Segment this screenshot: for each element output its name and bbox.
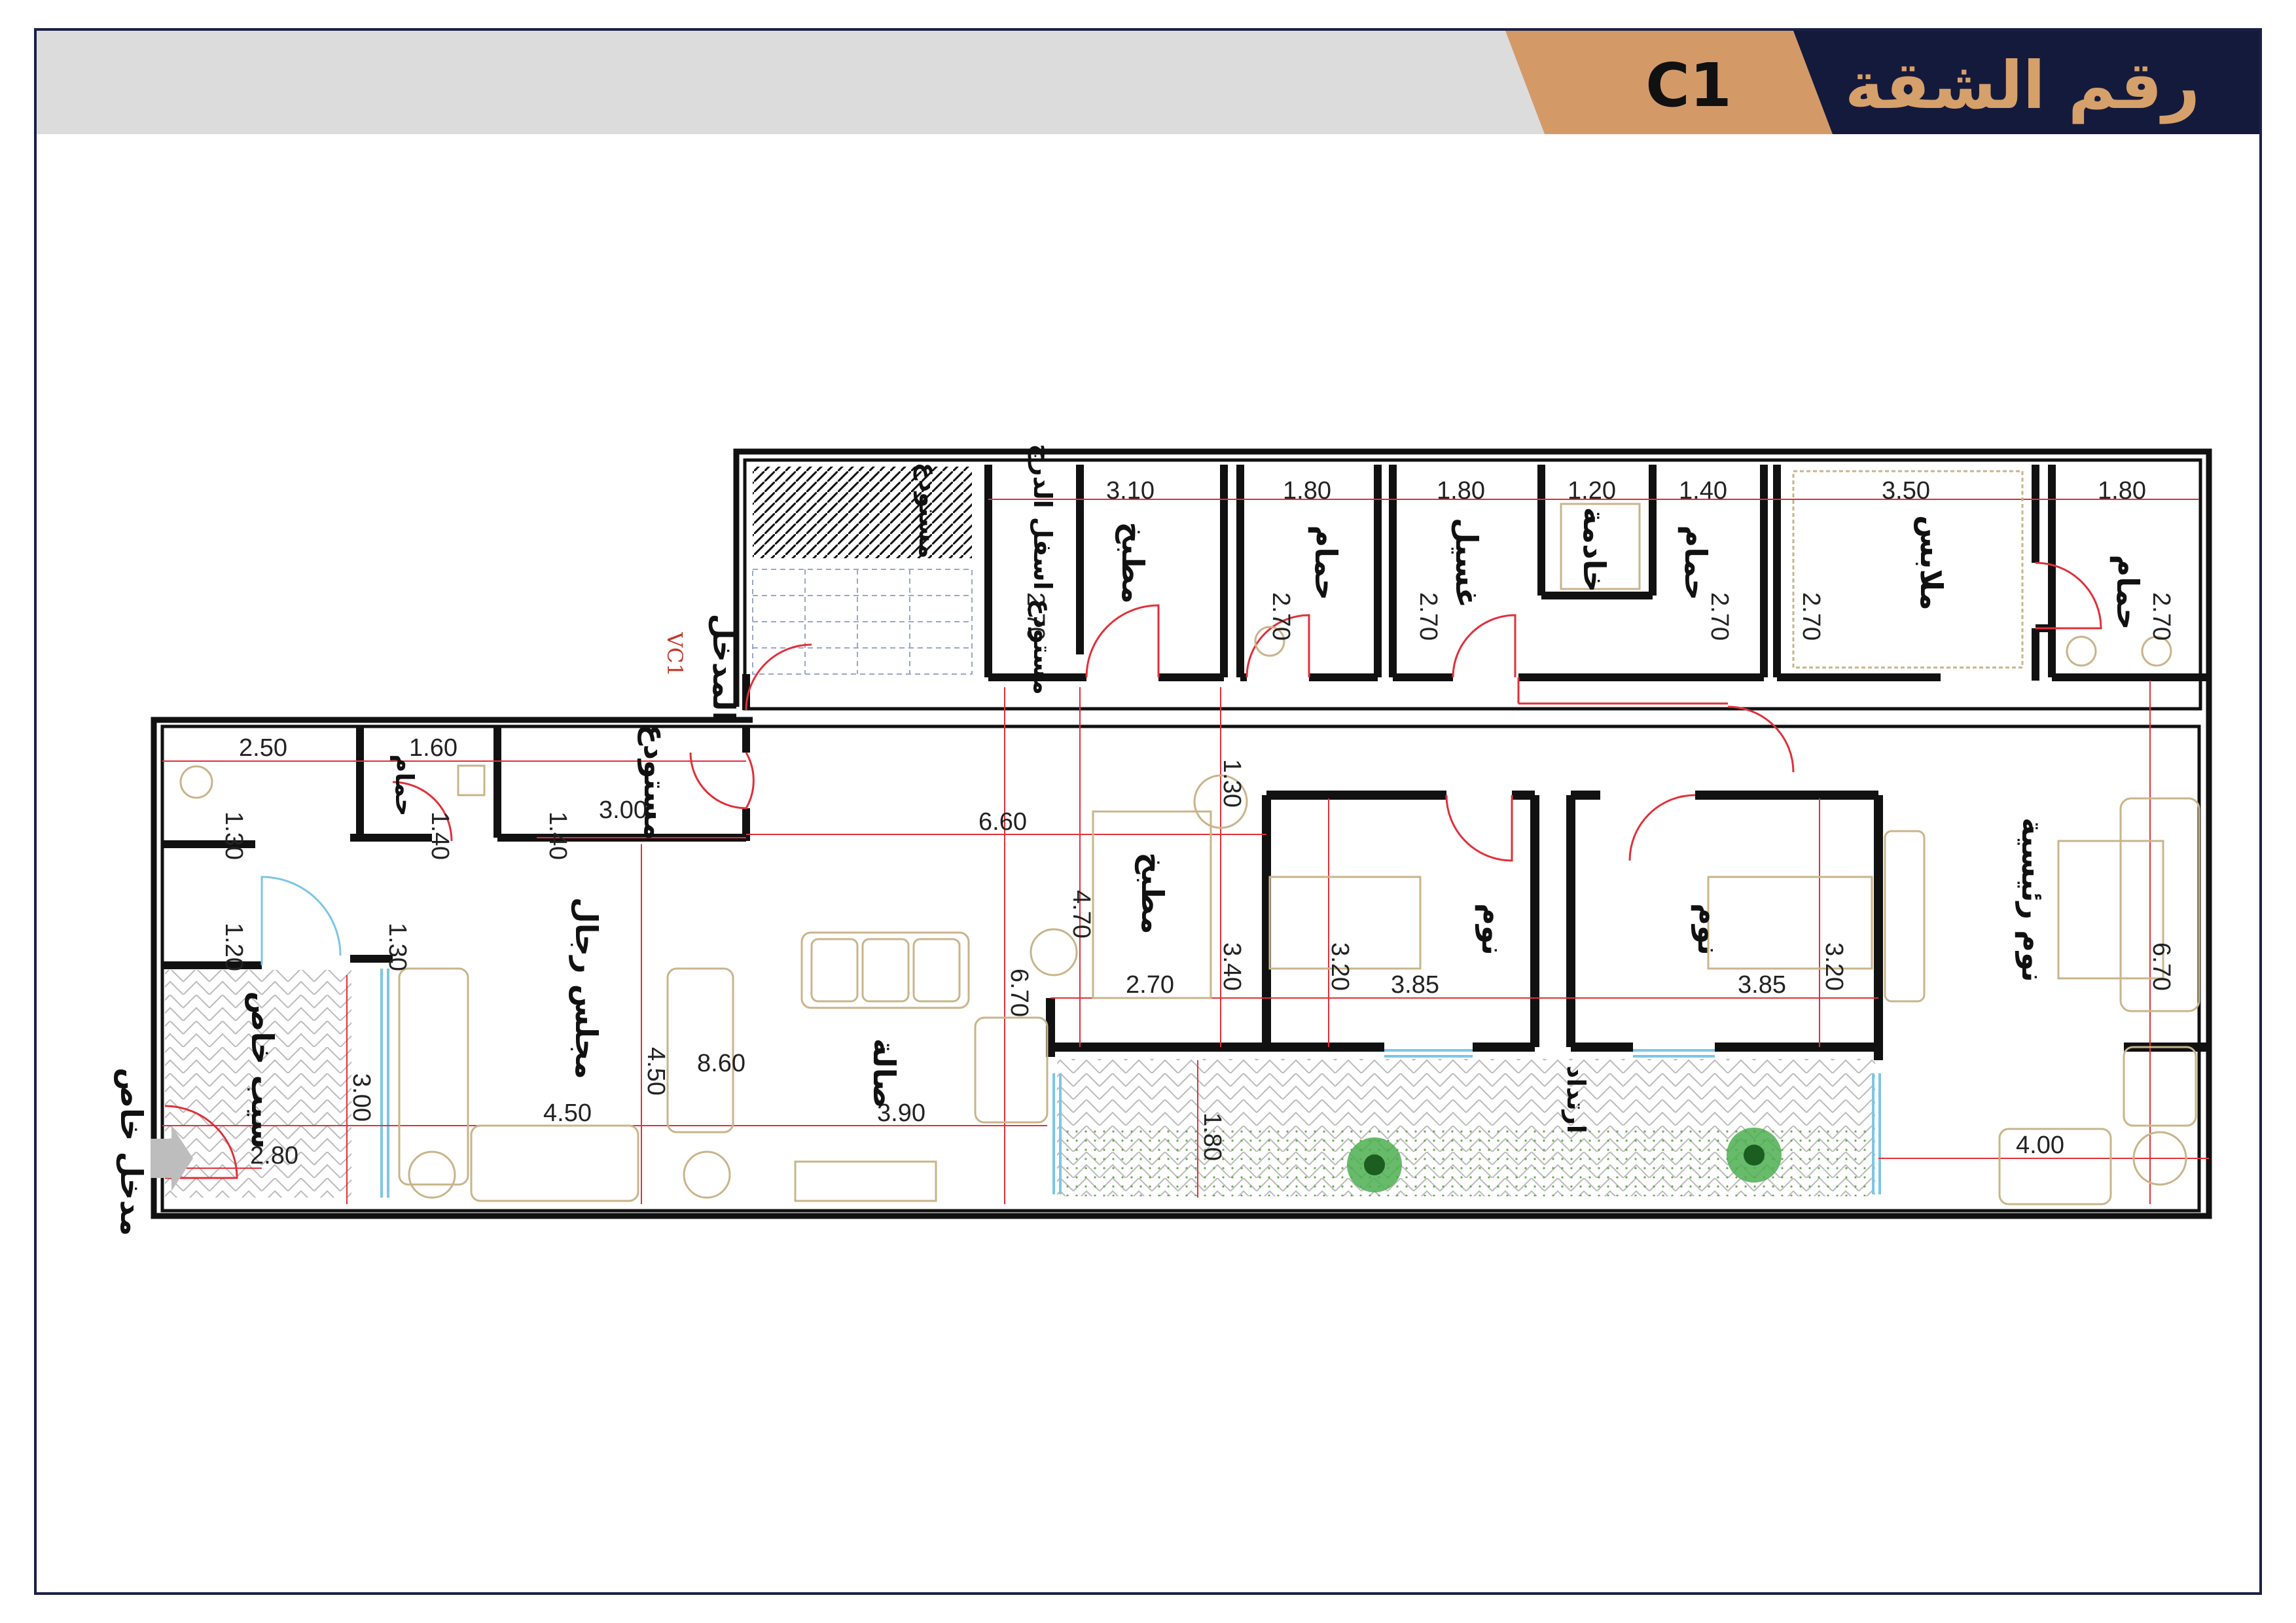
room-label-maid: خادمة xyxy=(1577,507,1612,592)
dim-label: 1.40 xyxy=(426,812,454,860)
room-label-storage: مستودع xyxy=(637,724,673,840)
dim-label: 1.20 xyxy=(220,923,247,971)
dim-label: 3.20 xyxy=(1820,942,1848,991)
room-label-private-entrance: مدخل خاص xyxy=(114,1067,149,1236)
room-label-kitchen-top: مطبخ xyxy=(1115,522,1151,603)
dim-label: 3.85 xyxy=(1391,971,1439,999)
dim-label: 1.80 xyxy=(1437,477,1485,505)
dim-label: 6.70 xyxy=(1005,969,1033,1017)
dim-label: 3.00 xyxy=(348,1073,375,1122)
dim-label: 4.00 xyxy=(2016,1132,2064,1159)
dim-label: 2.70 xyxy=(1126,971,1174,999)
room-label-store-top: مستودع xyxy=(914,463,942,559)
dim-label: 3.10 xyxy=(1106,477,1155,505)
room-label-bath-2: حمام xyxy=(1678,526,1713,601)
dim-label: 2.70 xyxy=(2147,592,2175,641)
dim-label: 4.50 xyxy=(642,1047,670,1096)
staircase xyxy=(752,569,973,675)
dim-label: 3.50 xyxy=(1882,477,1930,505)
room-label-hall: صالة xyxy=(867,1039,902,1109)
dim-label: 1.80 xyxy=(1198,1113,1226,1161)
dim-label: 4.70 xyxy=(1067,890,1095,938)
dim-label: 2.70 xyxy=(1414,592,1442,641)
room-label-bath-1: حمام xyxy=(1308,526,1344,601)
floor-plan: 3.10 1.80 1.80 1.20 1.40 3.50 1.80 2.70 … xyxy=(114,444,2212,1236)
room-label-private-hall: سيب خاص xyxy=(245,991,280,1149)
room-label-master-bedroom: نوم رئيسية xyxy=(2015,817,2051,982)
room-label-bath-guest: حمام xyxy=(389,755,419,817)
room-label-laundry: غسيل xyxy=(1449,518,1484,608)
room-label-kitchen-mid: مطبخ xyxy=(1135,852,1170,934)
door-swings-blue xyxy=(260,876,342,965)
dim-label: 1.80 xyxy=(1283,477,1331,505)
dim-label: 3.85 xyxy=(1738,971,1786,999)
room-label-under-stair-storage: مستودع اسفل الدرج xyxy=(1028,444,1057,695)
dim-label: 3.40 xyxy=(1218,942,1246,991)
dim-label: 1.30 xyxy=(1218,759,1246,808)
dim-label: 6.60 xyxy=(978,808,1027,836)
room-label-bath-3: حمام xyxy=(2110,555,2145,630)
dim-label: 1.20 xyxy=(1568,477,1616,505)
dim-label: 1.80 xyxy=(2098,477,2146,505)
dim-label: 1.40 xyxy=(1679,477,1727,505)
room-label-entrance: المدخل xyxy=(706,614,742,722)
room-label-bedroom-1: نوم xyxy=(1475,903,1511,955)
dim-label: 3.20 xyxy=(1326,942,1354,991)
dim-label: 4.50 xyxy=(543,1099,592,1127)
dim-label: 2.70 xyxy=(1797,592,1825,641)
dim-label: 2.70 xyxy=(1267,592,1295,641)
dim-label: 1.30 xyxy=(220,812,247,860)
dim-label: 2.50 xyxy=(239,734,287,762)
room-label-vc: VC1 xyxy=(662,632,687,677)
room-label-men-majlis: مجلس رجال xyxy=(569,897,604,1079)
dim-label: 8.60 xyxy=(697,1050,745,1077)
dim-label: 1.40 xyxy=(544,812,571,860)
room-label-terrace: ارتداد xyxy=(1562,1065,1590,1133)
dim-label: 1.30 xyxy=(384,923,411,971)
room-label-dressing: ملابس xyxy=(1914,515,1949,611)
room-label-bedroom-2: نوم xyxy=(1691,903,1727,955)
dim-label: 6.70 xyxy=(2147,942,2175,991)
